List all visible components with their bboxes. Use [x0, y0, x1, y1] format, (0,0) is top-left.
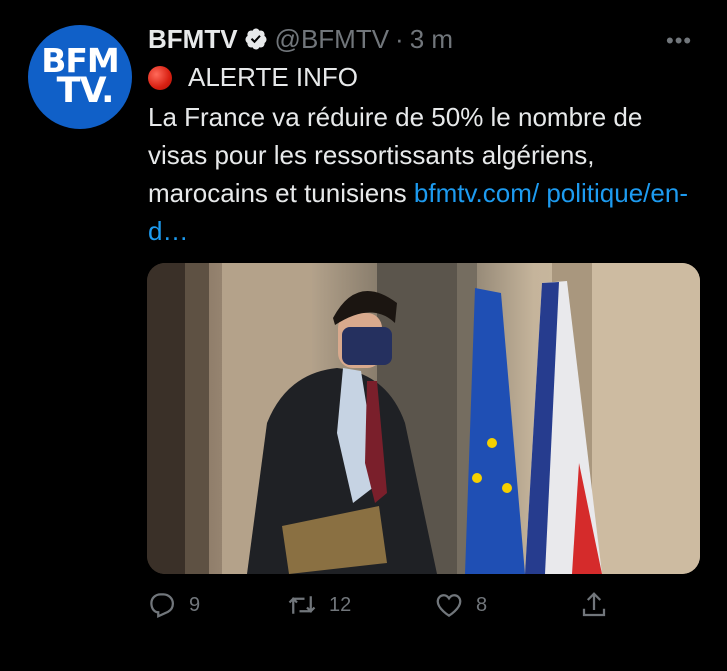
avatar[interactable]: BFM TV.: [28, 25, 132, 129]
tweet-header: BFMTV @BFMTV · 3 m: [148, 22, 453, 56]
tweet-text: La France va réduire de 50% le nombre de…: [148, 98, 708, 250]
photo-illustration: [147, 263, 700, 574]
reply-icon: [150, 593, 175, 618]
retweet-count: 12: [329, 593, 352, 616]
tweet-actions: 9 12 8: [147, 590, 617, 624]
more-icon[interactable]: •••: [666, 28, 692, 54]
retweet-icon: [288, 596, 316, 614]
alert-line: ALERTE INFO: [148, 62, 358, 93]
retweet-button[interactable]: 12: [287, 590, 351, 620]
like-icon: [436, 594, 462, 617]
tweet-image[interactable]: [147, 263, 700, 574]
reply-count: 9: [189, 593, 201, 616]
tweet-time[interactable]: 3 m: [410, 24, 453, 55]
like-count: 8: [476, 593, 488, 616]
share-icon: [582, 592, 606, 617]
verified-badge-icon: [245, 28, 267, 50]
like-button[interactable]: 8: [434, 590, 487, 620]
reply-button[interactable]: 9: [147, 590, 200, 620]
avatar-logo-line2: TV.: [56, 71, 115, 112]
share-button[interactable]: [579, 590, 609, 620]
author-name[interactable]: BFMTV: [148, 24, 238, 55]
separator-dot: ·: [395, 23, 404, 54]
red-circle-icon: [148, 65, 172, 90]
author-handle[interactable]: @BFMTV: [275, 24, 390, 55]
alert-text: ALERTE INFO: [188, 62, 359, 92]
